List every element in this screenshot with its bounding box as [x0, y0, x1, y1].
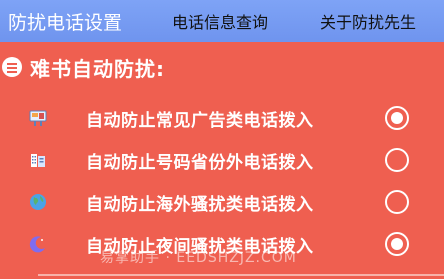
billboard-icon [29, 110, 47, 126]
option-ad-calls[interactable]: 自动防止常见广告类电话拨入 [0, 97, 444, 139]
moon-icon [29, 236, 45, 253]
radio-button[interactable] [385, 106, 409, 130]
radio-button[interactable] [385, 190, 409, 214]
section-header: 难书自动防扰: [0, 52, 165, 82]
radio-button[interactable] [385, 148, 409, 172]
option-label: 自动防止常见广告类电话拨入 [86, 110, 314, 131]
tab-anti-harassment-settings[interactable]: 防扰电话设置 [8, 0, 122, 42]
radio-button[interactable] [385, 232, 409, 256]
option-label: 自动防止海外骚扰类电话拨入 [86, 194, 314, 215]
section-title: 难书自动防扰: [30, 56, 165, 81]
divider [38, 274, 444, 276]
tab-about[interactable]: 关于防扰先生 [320, 0, 416, 42]
option-label: 自动防止号码省份外电话拨入 [86, 152, 314, 173]
tab-phone-info-query[interactable]: 电话信息查询 [172, 0, 268, 42]
menu-icon [2, 57, 22, 77]
building-icon [31, 154, 45, 167]
option-out-of-province[interactable]: 自动防止号码省份外电话拨入 [0, 139, 444, 181]
option-overseas-calls[interactable]: 自动防止海外骚扰类电话拨入 [0, 181, 444, 223]
globe-icon [30, 194, 46, 210]
top-bar: 防扰电话设置 电话信息查询 关于防扰先生 [0, 0, 444, 42]
watermark: 易掌助手 · EEDSHZJZ.COM [100, 250, 297, 266]
